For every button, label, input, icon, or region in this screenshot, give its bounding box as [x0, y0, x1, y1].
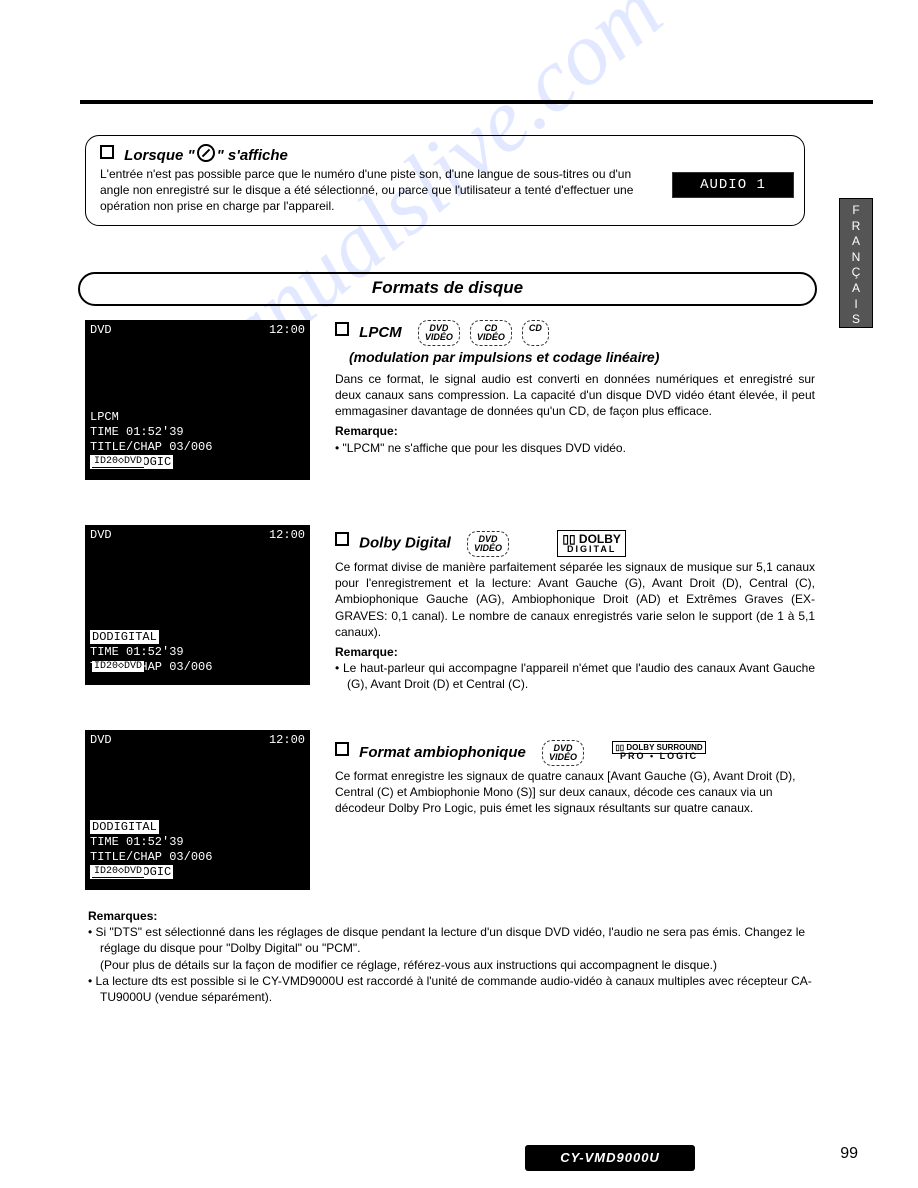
note-body: L'entrée n'est pas possible parce que le…	[100, 166, 640, 215]
osd-line: TITLE/CHAP 03/006	[90, 850, 212, 865]
checkbox-icon	[335, 532, 349, 546]
remarques-item: • Si "DTS" est sélectionné dans les régl…	[88, 924, 828, 956]
dolby-title-text: Dolby Digital	[359, 534, 451, 551]
osd-line: TIME 01:52'39	[90, 645, 212, 660]
prohibit-icon	[197, 144, 215, 162]
remarques-label: Remarques:	[88, 908, 828, 924]
osd-screenshot-surround: DVD 12:00 DODIGITAL TIME 01:52'39 TITLE/…	[85, 730, 310, 890]
lpcm-remarque: • "LPCM" ne s'affiche que pour les disqu…	[335, 440, 815, 456]
osd-footer: ID20◇DVD	[92, 661, 144, 672]
osd-label-dvd: DVD	[90, 733, 112, 748]
checkbox-icon	[335, 322, 349, 336]
dolby-title: Dolby Digital DVD VIDÉO ▯▯ DOLBY DIGITAL	[335, 530, 815, 557]
dvd-video-icon: DVD VIDÉO	[542, 740, 584, 766]
dolby-surround-logo: ▯▯ DOLBY SURROUND PRO • LOGIC	[612, 744, 705, 763]
model-tag: CY-VMD9000U	[525, 1145, 695, 1171]
osd-line-inverse: DODIGITAL	[90, 820, 159, 834]
dvd-video-icon: DVD VIDÉO	[418, 320, 460, 346]
surround-title: Format ambiophonique DVD VIDÉO ▯▯ DOLBY …	[335, 740, 815, 766]
surround-logo-bottom: PRO • LOGIC	[620, 751, 698, 761]
osd-line: LPCM	[90, 410, 212, 425]
language-tab: F R A N Ç A I S	[839, 198, 873, 328]
cd-video-icon: CD VIDÉO	[470, 320, 512, 346]
osd-screenshot-lpcm: DVD 12:00 LPCM TIME 01:52'39 TITLE/CHAP …	[85, 320, 310, 480]
osd-clock: 12:00	[269, 323, 305, 338]
remarques-item-sub: (Pour plus de détails sur la façon de mo…	[88, 957, 828, 973]
note-box: Lorsque " " s'affiche L'entrée n'est pas …	[85, 135, 805, 226]
lpcm-title: LPCM DVD VIDÉO CD VIDÉO CD	[335, 320, 815, 346]
osd-footer: ID20◇DVD	[92, 456, 144, 467]
remarque-label: Remarque:	[335, 423, 815, 439]
lpcm-body: Dans ce format, le signal audio est conv…	[335, 371, 815, 420]
note-title-prefix: Lorsque "	[124, 147, 194, 164]
osd-line: TITLE/CHAP 03/006	[90, 440, 212, 455]
media-icons: DVD VIDÉO	[467, 531, 509, 557]
osd-line: TIME 01:52'39	[90, 425, 212, 440]
audio-indicator: AUDIO 1	[672, 172, 794, 198]
osd-line-inverse: DODIGITAL	[90, 630, 159, 644]
cd-icon: CD	[522, 320, 549, 346]
surround-title-text: Format ambiophonique	[359, 744, 526, 761]
media-icons: DVD VIDÉO CD VIDÉO CD	[418, 320, 549, 346]
manual-page: manualslive.com Lorsque "" s'affiche L'e…	[0, 0, 918, 1188]
lpcm-section: LPCM DVD VIDÉO CD VIDÉO CD (modulation p…	[335, 320, 815, 456]
dolby-section: Dolby Digital DVD VIDÉO ▯▯ DOLBY DIGITAL…	[335, 530, 815, 693]
surround-body: Ce format enregistre les signaux de quat…	[335, 768, 815, 817]
dolby-remarque: • Le haut-parleur qui accompagne l'appar…	[335, 660, 815, 692]
dolby-body: Ce format divise de manière parfaitement…	[335, 559, 815, 640]
dolby-digital-logo: ▯▯ DOLBY DIGITAL	[557, 530, 626, 557]
note-title: Lorsque " " s'affiche	[100, 144, 790, 164]
remarques-item: • La lecture dts est possible si le CY-V…	[88, 973, 828, 1005]
osd-screenshot-dolby: DVD 12:00 DODIGITAL TIME 01:52'39 TITLE/…	[85, 525, 310, 685]
page-number: 99	[840, 1145, 858, 1163]
dolby-logo-bottom: DIGITAL	[567, 544, 616, 554]
media-icons: DVD VIDÉO	[542, 740, 584, 766]
lpcm-subtitle: (modulation par impulsions et codage lin…	[349, 348, 815, 367]
checkbox-icon	[100, 145, 114, 159]
osd-line: TIME 01:52'39	[90, 835, 212, 850]
osd-footer: ID20◇DVD	[92, 866, 144, 877]
remarques-block: Remarques: • Si "DTS" est sélectionné da…	[88, 904, 828, 1005]
osd-clock: 12:00	[269, 733, 305, 748]
dvd-video-icon: DVD VIDÉO	[467, 531, 509, 557]
osd-label-dvd: DVD	[90, 323, 112, 338]
checkbox-icon	[335, 742, 349, 756]
lpcm-title-text: LPCM	[359, 324, 402, 341]
osd-label-dvd: DVD	[90, 528, 112, 543]
note-title-suffix: " s'affiche	[217, 147, 288, 164]
section-header: Formats de disque	[78, 272, 817, 306]
surround-section: Format ambiophonique DVD VIDÉO ▯▯ DOLBY …	[335, 740, 815, 817]
top-rule	[80, 100, 873, 104]
osd-clock: 12:00	[269, 528, 305, 543]
remarque-label: Remarque:	[335, 644, 815, 660]
